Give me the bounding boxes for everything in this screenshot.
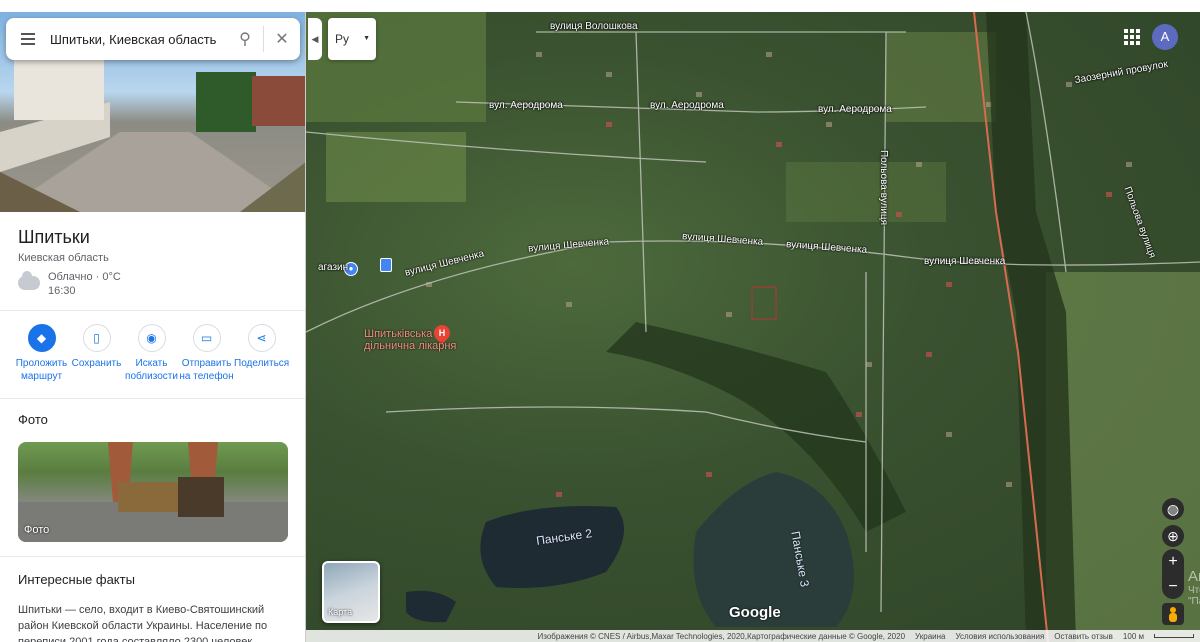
share-icon: ⋖ bbox=[247, 324, 276, 352]
directions-icon: ◆ bbox=[27, 324, 56, 352]
layer-switch-button[interactable]: Карта bbox=[322, 561, 380, 623]
place-region: Киевская область bbox=[18, 252, 109, 264]
activation-title: Активация Windows bbox=[1188, 568, 1200, 585]
directions-button[interactable]: ◆ Проложить маршрут bbox=[14, 324, 69, 383]
layer-switch-label: Карта bbox=[328, 607, 353, 617]
search-box: Шпитьки, Киевская область ⚲ ✕ bbox=[6, 18, 300, 60]
poi-shop-label[interactable]: агазин bbox=[318, 262, 348, 273]
feedback-link[interactable]: Оставить отзыв bbox=[1054, 632, 1113, 641]
weather-block: Облачно · 0°C 16:30 bbox=[18, 270, 121, 298]
photo-caption: Фото bbox=[24, 524, 50, 536]
street-label: вулиця Шевченка bbox=[924, 256, 1006, 267]
send-to-phone-icon: ▭ bbox=[192, 324, 221, 352]
nearby-label: Искать поблизости bbox=[125, 358, 178, 382]
nearby-icon: ◉ bbox=[137, 324, 166, 352]
country-link[interactable]: Украина bbox=[915, 632, 945, 641]
my-location-icon[interactable]: ⊕ bbox=[1162, 525, 1184, 547]
send-to-phone-label: Отправить на телефон bbox=[179, 358, 234, 382]
weather-time: 16:30 bbox=[48, 285, 76, 297]
divider bbox=[0, 310, 305, 311]
apps-grid-icon[interactable] bbox=[1124, 29, 1140, 45]
language-value: Ру bbox=[335, 32, 350, 46]
search-input[interactable]: Шпитьки, Киевская область bbox=[50, 32, 227, 47]
google-logo: Google bbox=[729, 604, 781, 621]
windows-activation-watermark: Активация Windows Чтобы активировать Win… bbox=[1188, 568, 1200, 607]
zoom-in-button[interactable]: + bbox=[1162, 549, 1184, 574]
photo-thumbnail[interactable]: Фото bbox=[18, 442, 288, 542]
share-button[interactable]: ⋖ Поделиться bbox=[234, 324, 289, 383]
facts-text: Шпитьки — село, входит в Киево-Святошинс… bbox=[18, 604, 268, 642]
search-icon[interactable]: ⚲ bbox=[227, 18, 263, 60]
save-button[interactable]: ▯ Сохранить bbox=[69, 324, 124, 383]
globe-icon[interactable]: ◍ bbox=[1162, 498, 1184, 520]
zoom-out-button[interactable]: − bbox=[1162, 574, 1184, 599]
cloud-icon bbox=[18, 271, 40, 290]
poi-hospital-label[interactable]: Шпитьківська дільнична лікарня bbox=[364, 328, 474, 352]
terms-link[interactable]: Условия использования bbox=[956, 632, 1045, 641]
divider bbox=[0, 556, 305, 557]
place-panel: Шпитьки Киевская область Облачно · 0°C 1… bbox=[0, 12, 306, 642]
browser-top-strip bbox=[0, 0, 1200, 12]
street-label: вул. Аеродрома bbox=[818, 104, 892, 115]
scale-label[interactable]: 100 м bbox=[1123, 632, 1144, 641]
scale-bar bbox=[1154, 634, 1194, 638]
bus-stop-icon[interactable] bbox=[380, 258, 392, 272]
facts-title: Интересные факты bbox=[18, 572, 135, 587]
street-label: вул. Аеродрома bbox=[650, 100, 724, 111]
divider bbox=[0, 398, 305, 399]
menu-icon[interactable] bbox=[6, 18, 50, 60]
satellite-map[interactable]: вулиця Волошкова вул. Аеродрома вул. Аер… bbox=[306, 12, 1200, 642]
zoom-control: + − bbox=[1162, 549, 1184, 599]
close-icon[interactable]: ✕ bbox=[264, 18, 300, 60]
attribution-text: Изображения © CNES / Airbus,Maxar Techno… bbox=[537, 631, 906, 641]
send-to-phone-button[interactable]: ▭ Отправить на телефон bbox=[179, 324, 234, 383]
photos-title: Фото bbox=[18, 412, 48, 427]
activation-subtitle: Чтобы активировать Windows, перейдите в … bbox=[1188, 585, 1200, 607]
action-row: ◆ Проложить маршрут ▯ Сохранить ◉ Искать… bbox=[14, 324, 289, 383]
directions-label: Проложить маршрут bbox=[15, 358, 68, 382]
map-footer: Изображения © CNES / Airbus,Maxar Techno… bbox=[306, 630, 1200, 642]
nearby-button[interactable]: ◉ Искать поблизости bbox=[124, 324, 179, 383]
photo-image bbox=[18, 442, 288, 542]
account-avatar[interactable]: А bbox=[1152, 24, 1178, 50]
street-label: Польова вулиця bbox=[878, 149, 890, 226]
chevron-down-icon: ▼ bbox=[363, 35, 370, 42]
save-label: Сохранить bbox=[71, 358, 122, 369]
place-title: Шпитьки bbox=[18, 227, 90, 247]
weather-condition: Облачно · 0°C bbox=[48, 271, 121, 283]
pegman-icon[interactable] bbox=[1162, 603, 1184, 625]
street-label: вулиця Волошкова bbox=[550, 21, 638, 32]
app-root: вулиця Волошкова вул. Аеродрома вул. Аер… bbox=[0, 0, 1200, 642]
bookmark-icon: ▯ bbox=[82, 324, 111, 352]
collapse-panel-button[interactable]: ◀ bbox=[308, 18, 322, 60]
language-select[interactable]: Ру ▼ bbox=[328, 18, 376, 60]
share-label: Поделиться bbox=[234, 358, 290, 369]
street-label: вул. Аеродрома bbox=[489, 100, 563, 111]
